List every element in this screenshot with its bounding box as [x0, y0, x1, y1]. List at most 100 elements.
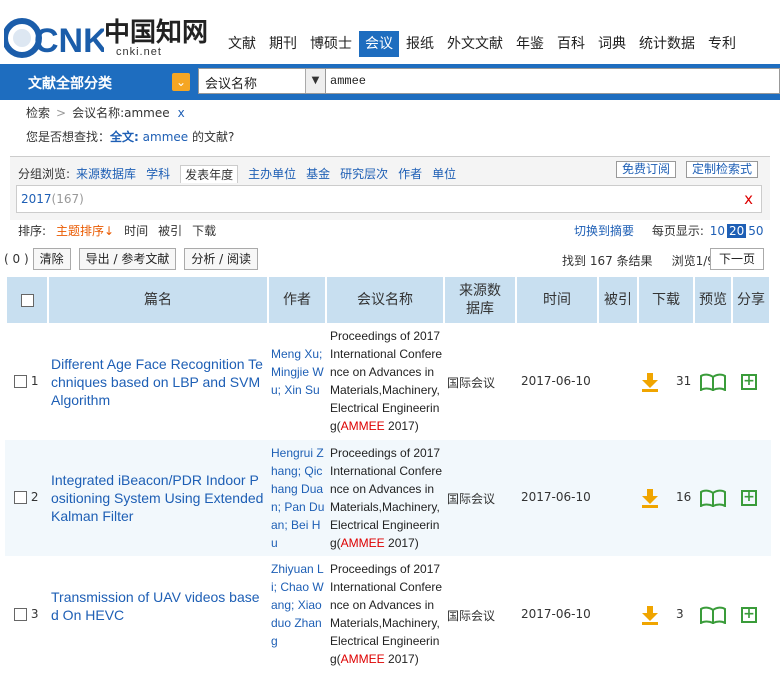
nav-item[interactable]: 报纸 — [400, 31, 440, 57]
row-checkbox[interactable] — [14, 374, 27, 388]
group-tabs: 分组浏览: 来源数据库 学科 发表年度 主办单位 基金 研究层次 作者 单位 — [18, 165, 466, 183]
share-plus-icon[interactable]: + — [741, 490, 757, 506]
suggestion-line: 您是否想查找：全文: ammee 的文献? — [26, 128, 234, 145]
page-indicator: 浏览1/9 — [671, 254, 715, 268]
cnki-logo-mark: CNKI — [4, 18, 104, 60]
nav-item[interactable]: 文献 — [222, 31, 262, 57]
book-preview-icon[interactable] — [700, 606, 726, 627]
nav-item[interactable]: 外文文献 — [441, 31, 509, 57]
clear-button[interactable]: 清除 — [32, 248, 71, 270]
group-tab[interactable]: 基金 — [306, 165, 330, 183]
download-icon[interactable] — [641, 605, 659, 628]
remove-filter-button[interactable]: x — [178, 106, 185, 120]
share-plus-icon[interactable]: + — [741, 607, 757, 623]
paper-authors[interactable]: Zhiyuan Li; Chao Wang; Xiaoduo Zhang — [271, 560, 325, 650]
dropdown-arrow-icon[interactable]: ▼ — [305, 69, 325, 93]
sort-option[interactable]: 时间 — [124, 222, 148, 239]
breadcrumb-root[interactable]: 检索 — [26, 106, 50, 120]
table-row: 3 Transmission of UAV videos based On HEV… — [5, 556, 771, 674]
nav-item[interactable]: 年鉴 — [510, 31, 550, 57]
download-count: 3 — [676, 607, 684, 621]
conference-year: 2017) — [384, 652, 419, 666]
category-label: 文献全部分类 — [28, 76, 112, 92]
conference-name[interactable]: Proceedings of 2017 International Confer… — [330, 560, 444, 668]
search-input[interactable]: ammee — [326, 68, 780, 94]
conference-highlight: AMMEE — [340, 419, 385, 433]
group-tab[interactable]: 主办单位 — [248, 165, 296, 183]
row-checkbox[interactable] — [14, 491, 27, 504]
select-all-checkbox[interactable] — [20, 293, 34, 307]
select-all-cell — [7, 277, 47, 323]
paper-authors[interactable]: Meng Xu; Mingjie Wu; Xin Su — [271, 345, 325, 399]
row-number: 2 — [30, 490, 39, 504]
cnki-logo[interactable]: CNKI 中国知网 cnki.net — [4, 10, 209, 62]
group-browse-panel: 分组浏览: 来源数据库 学科 发表年度 主办单位 基金 研究层次 作者 单位 免费订阅 定制检… — [10, 156, 770, 220]
sort-option[interactable]: 下载 — [192, 222, 216, 239]
category-selector[interactable]: 文献全部分类 ⌄ — [4, 64, 192, 100]
conference-highlight: AMMEE — [340, 652, 385, 666]
export-button[interactable]: 导出 / 参考文献 — [78, 248, 177, 270]
analyze-button[interactable]: 分析 / 阅读 — [184, 248, 259, 270]
column-header[interactable]: 时间 — [517, 277, 597, 323]
results-table-header: 篇名 作者 会议名称 来源数据库 时间 被引 下载 预览 分享 — [5, 277, 771, 323]
logo-url: cnki.net — [116, 46, 162, 58]
sort-option[interactable]: 被引 — [158, 222, 182, 239]
group-browse-label: 分组浏览: — [18, 167, 71, 181]
logo-brand-text: CNKI — [34, 22, 104, 60]
search-field-select[interactable]: 会议名称 ▼ — [198, 68, 326, 94]
nav-item[interactable]: 期刊 — [263, 31, 303, 57]
header: CNKI 中国知网 cnki.net 文献期刊博硕士会议报纸外文文献年鉴百科词典… — [0, 0, 780, 64]
book-preview-icon[interactable] — [700, 489, 726, 510]
group-tab[interactable]: 学科 — [146, 165, 170, 183]
conference-year: 2017) — [384, 419, 419, 433]
group-tab[interactable]: 发表年度 — [180, 165, 239, 183]
book-preview-icon[interactable] — [700, 373, 726, 394]
download-icon[interactable] — [641, 372, 659, 395]
nav-item[interactable]: 词典 — [592, 31, 632, 57]
free-subscribe-button[interactable]: 免费订阅 — [616, 161, 677, 178]
group-tab[interactable]: 单位 — [432, 165, 456, 183]
row-number: 1 — [30, 373, 39, 388]
year-filter-item[interactable]: 2017(167) — [21, 192, 84, 206]
nav-item[interactable]: 统计数据 — [633, 31, 701, 57]
publish-date: 2017-06-10 — [521, 373, 591, 388]
breadcrumb: 检索 > 会议名称:ammee x — [26, 104, 185, 121]
suggest-term-link[interactable]: ammee — [143, 130, 189, 144]
close-icon[interactable]: x — [744, 190, 753, 208]
per-page-option[interactable]: 20 — [727, 224, 747, 238]
paper-title-link[interactable]: Integrated iBeacon/PDR Indoor Positionin… — [51, 471, 265, 525]
group-tab[interactable]: 来源数据库 — [76, 165, 136, 183]
group-tab[interactable]: 作者 — [398, 165, 422, 183]
source-database: 国际会议 — [447, 375, 496, 390]
download-count: 16 — [676, 490, 692, 504]
chevron-down-icon[interactable]: ⌄ — [172, 73, 190, 91]
nav-item[interactable]: 会议 — [359, 31, 399, 57]
per-page-option[interactable]: 50 — [746, 224, 765, 238]
source-database: 国际会议 — [447, 492, 496, 506]
sort-option[interactable]: 主题排序↓ — [56, 222, 114, 239]
nav-item[interactable]: 专利 — [702, 31, 742, 57]
group-tab[interactable]: 研究层次 — [340, 165, 388, 183]
switch-to-abstract-link[interactable]: 切换到摘要 — [574, 224, 634, 238]
column-header: 会议名称 — [327, 277, 443, 323]
column-header[interactable]: 被引 — [599, 277, 637, 323]
paper-title-link[interactable]: Different Age Face Recognition Technique… — [51, 355, 265, 409]
paper-title-link[interactable]: Transmission of UAV videos based On HEVC — [51, 588, 265, 624]
source-database: 国际会议 — [447, 609, 496, 623]
search-field-value: 会议名称 — [205, 77, 258, 92]
nav-item[interactable]: 百科 — [551, 31, 591, 57]
per-page-option[interactable]: 10 — [708, 224, 727, 238]
nav-item[interactable]: 博硕士 — [304, 31, 358, 57]
next-page-button[interactable]: 下一页 — [710, 248, 765, 270]
conference-name-text: Proceedings of 2017 International Confer… — [330, 446, 443, 550]
conference-name[interactable]: Proceedings of 2017 International Confer… — [330, 444, 444, 552]
download-icon[interactable] — [641, 488, 659, 511]
custom-search-button[interactable]: 定制检索式 — [686, 161, 759, 178]
row-checkbox[interactable] — [14, 608, 27, 621]
paper-authors[interactable]: Hengrui Zhang; Qichang Duan; Pan Duan; B… — [271, 444, 325, 552]
column-header[interactable]: 下载 — [639, 277, 693, 323]
share-plus-icon[interactable]: + — [741, 373, 757, 390]
suggest-suffix: 的文献? — [188, 130, 235, 144]
display-options: 切换到摘要 每页显示: 10 20 50 — [574, 222, 766, 239]
conference-name[interactable]: Proceedings of 2017 International Confer… — [330, 327, 444, 435]
